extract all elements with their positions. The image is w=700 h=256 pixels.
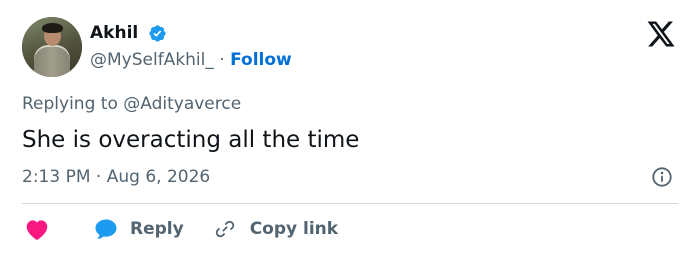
tweet-text: She is overacting all the time	[22, 127, 360, 153]
speech-bubble-icon	[95, 219, 117, 239]
tweet-time: 2:13 PM	[22, 167, 91, 187]
avatar-hair	[42, 23, 63, 33]
author-handle-line: @MySelfAkhil_ · Follow	[90, 50, 292, 70]
author-handle[interactable]: @MySelfAkhil_	[90, 50, 214, 70]
handle-separator: ·	[219, 50, 225, 70]
divider	[22, 203, 678, 204]
follow-button[interactable]: Follow	[230, 50, 292, 70]
reply-button[interactable]: Reply	[50, 218, 184, 240]
copy-link-button[interactable]: Copy link	[184, 218, 338, 240]
author-name[interactable]: Akhil	[90, 23, 138, 43]
avatar-jacket	[34, 47, 70, 77]
like-button[interactable]	[22, 217, 50, 241]
reply-context-prefix: Replying to	[22, 94, 118, 114]
tweet-timestamp[interactable]: 2:13 PM · Aug 6, 2026	[22, 167, 210, 187]
verified-badge-icon	[149, 25, 166, 42]
info-icon[interactable]	[651, 166, 673, 188]
action-bar: Reply Copy link	[22, 214, 338, 244]
tweet-date: Aug 6, 2026	[106, 167, 211, 187]
avatar[interactable]	[22, 17, 82, 77]
x-logo-icon[interactable]	[646, 20, 676, 48]
reply-mention-link[interactable]: @Adityaverce	[123, 94, 241, 114]
timestamp-separator: ·	[95, 167, 102, 187]
reply-label: Reply	[130, 219, 184, 239]
reply-context: Replying to @Adityaverce	[22, 94, 241, 114]
link-icon	[215, 220, 234, 238]
copy-link-label: Copy link	[249, 219, 339, 239]
heart-icon	[26, 220, 48, 241]
